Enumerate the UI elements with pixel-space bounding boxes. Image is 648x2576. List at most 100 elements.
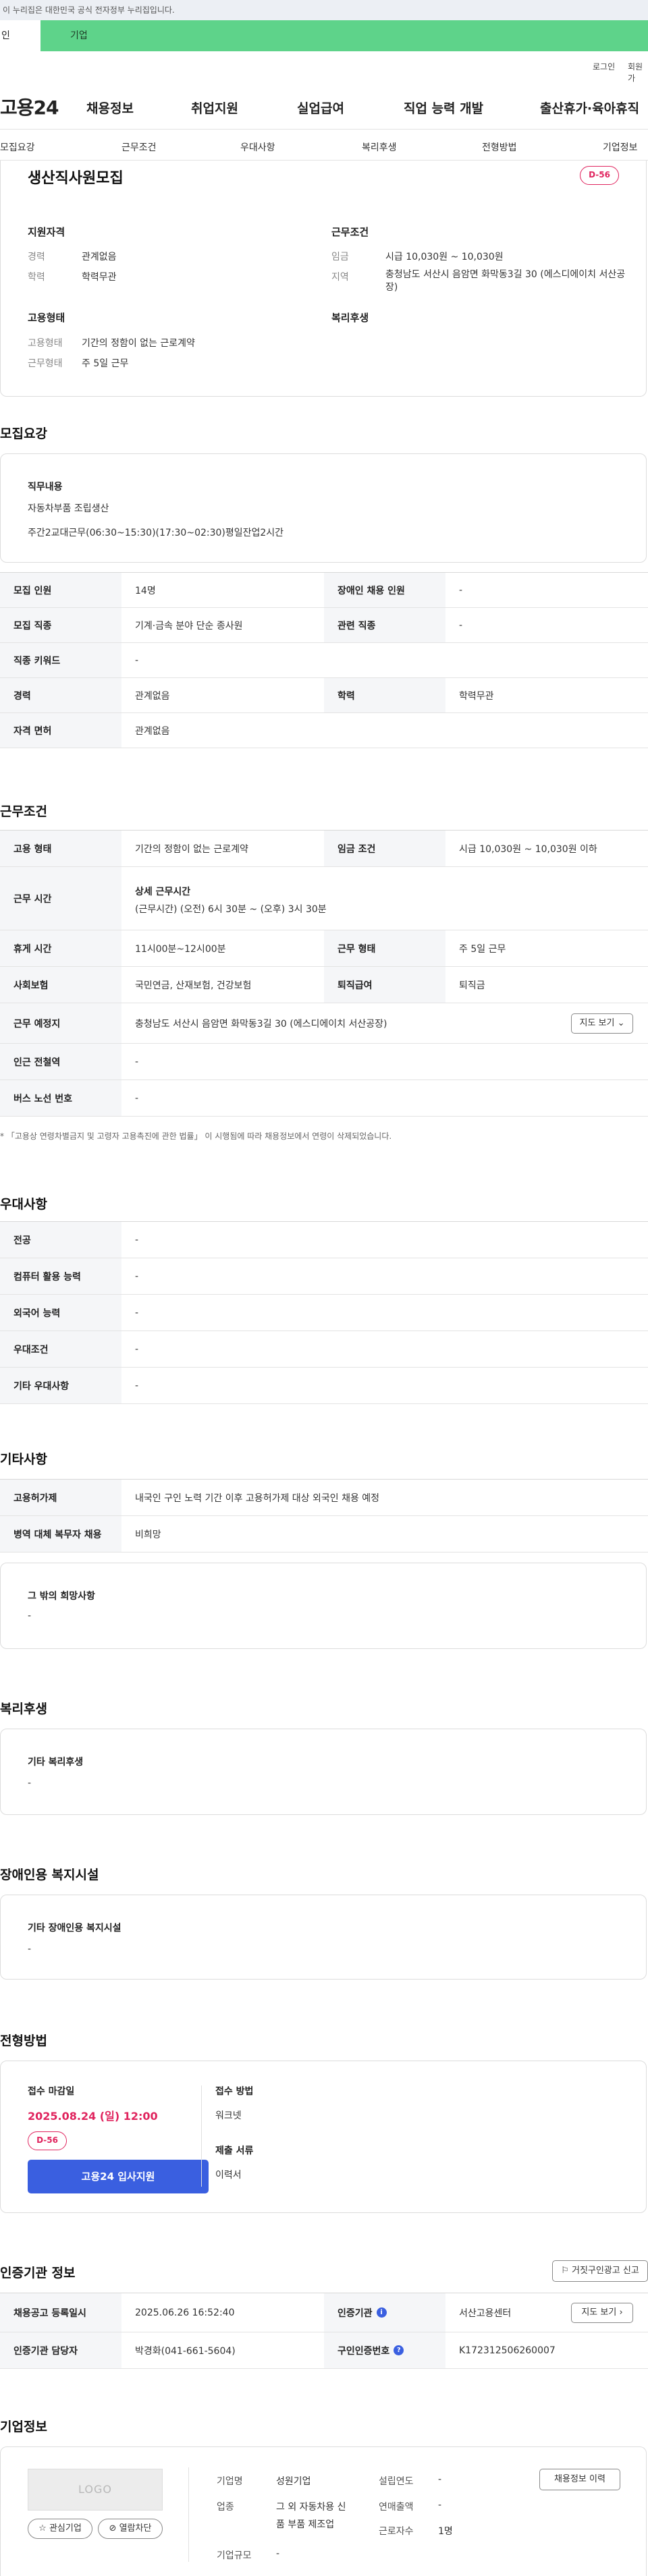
cell-value: - [135, 1270, 139, 1282]
summary-label-career: 경력 [28, 252, 45, 262]
cell-label: 근무 시간 [0, 867, 122, 930]
section-title-welfare: 복리후생 [0, 1702, 47, 1716]
cell-label: 모집 인원 [0, 573, 122, 607]
cell-label: 인증기관 담당자 [0, 2332, 122, 2368]
company-value-size: - [276, 2548, 280, 2559]
tab-personal[interactable]: 인 [0, 20, 40, 51]
section-title-recruit: 모집요강 [0, 426, 47, 441]
qualification-heading: 지원자격 [28, 226, 65, 238]
block-icon: ⊘ [109, 2523, 117, 2533]
table-row: 고용허가제 내국인 구인 노력 기간 이후 고용허가제 대상 외국인 채용 예정 [0, 1480, 648, 1516]
cell-value: 관계없음 [135, 725, 170, 737]
anchor-recruit[interactable]: 모집요강 [0, 140, 35, 154]
cell-value: 비희망 [135, 1529, 161, 1540]
cell-label: 장애인 채용 인원 [324, 573, 446, 607]
welfare-value: - [28, 1778, 32, 1789]
page: 이 누리집은 대한민국 공식 전자정부 누리집입니다. 인 기업 로그인 회원가… [0, 0, 648, 2576]
cell-label: 병역 대체 복무자 채용 [0, 1516, 122, 1552]
agency-map-button[interactable]: 지도 보기 › [571, 2303, 633, 2323]
cell-label: 전공 [0, 1222, 122, 1258]
cell-label: 채용공고 등록일시 [0, 2293, 122, 2332]
anchor-work[interactable]: 근무조건 [122, 140, 157, 154]
login-link[interactable]: 로그인 [593, 61, 615, 72]
section-title-selection: 전형방법 [0, 2034, 47, 2048]
summary-label-work-type: 근무형태 [28, 358, 63, 369]
section-anchor-nav: 모집요강 근무조건 우대사항 복리후생 전형방법 기업정보 [0, 130, 648, 161]
anchor-company[interactable]: 기업정보 [603, 140, 638, 154]
gnb-menu-employment-support[interactable]: 취업지원 [191, 99, 238, 117]
table-row: 근무 예정지 충청남도 서산시 음암면 화막동3길 30 (에스디에이치 서산공… [0, 1003, 648, 1044]
favorite-company-button[interactable]: ☆ 관심기업 [28, 2519, 92, 2539]
cell-label: 버스 노선 번호 [0, 1080, 122, 1116]
table-row: 우대조건 - [0, 1331, 648, 1368]
info-icon[interactable]: i [376, 2307, 387, 2318]
other-wishes-card: 그 밖의 희망사항 - [0, 1563, 647, 1649]
site-logo[interactable]: 고용24 [0, 93, 59, 120]
chevron-right-icon: › [619, 2307, 623, 2318]
other-wishes-label: 그 밖의 희망사항 [28, 1591, 95, 1602]
company-logo-placeholder: LOGO [28, 2469, 163, 2511]
cell-value: K172312506260007 [459, 2345, 556, 2356]
anchor-preference[interactable]: 우대사항 [240, 140, 275, 154]
table-row: 컴퓨터 활용 능력 - [0, 1258, 648, 1295]
cell-label: 우대조건 [0, 1331, 122, 1367]
utility-links: 로그인 회원가 [0, 51, 648, 83]
gnb-menu-skill-development[interactable]: 직업 능력 개발 [404, 99, 483, 117]
work-hours-detail: (근무시간) (오전) 6시 30분 ~ (오후) 3시 30분 [135, 904, 327, 915]
summary-value-career: 관계없음 [82, 252, 117, 262]
cell-label: 자격 면허 [0, 713, 122, 748]
preference-table: 전공 - 컴퓨터 활용 능력 - 외국어 능력 - 우대조건 - 기타 우대사항… [0, 1221, 648, 1404]
company-value-revenue: - [438, 2500, 442, 2511]
anchor-welfare[interactable]: 복리후생 [362, 140, 397, 154]
cell-label: 고용허가제 [0, 1480, 122, 1515]
company-value-industry: 그 외 자동차용 신품 부품 제조업 [276, 2502, 346, 2530]
table-row: 고용 형태 기간의 정함이 없는 근로계약 임금 조건 시급 10,030원 ~… [0, 831, 648, 867]
company-card: LOGO ☆ 관심기업 ⊘ 열람차단 기업명 성원기업 업종 그 외 자동차용 … [0, 2446, 647, 2576]
cell-value: 서산고용센터 [459, 2307, 512, 2319]
report-fake-ad-button[interactable]: ⚐ 거짓구인광고 신고 [552, 2260, 648, 2282]
duty-card: 직무내용 자동차부품 조립생산 주간2교대근무(06:30~15:30)(17:… [0, 453, 647, 563]
cell-value: 학력무관 [459, 690, 494, 702]
company-label-employees: 근로자수 [379, 2526, 414, 2537]
info-icon[interactable]: ? [394, 2345, 404, 2355]
gnb-menu-parental-leave[interactable]: 출산휴가·육아휴직 [540, 99, 639, 117]
company-value-employees: 1명 [438, 2526, 453, 2537]
etc-table: 고용허가제 내국인 구인 노력 기간 이후 고용허가제 대상 외국인 채용 예정… [0, 1479, 648, 1552]
recruit-history-button[interactable]: 채용정보 이력 [539, 2469, 620, 2490]
apply-button[interactable]: 고용24 입사지원 [28, 2160, 209, 2193]
company-label-industry: 업종 [217, 2502, 234, 2513]
user-type-tabs: 인 기업 [0, 20, 648, 51]
welfare-heading: 복리후생 [331, 312, 369, 324]
duty-label: 직무내용 [28, 482, 63, 493]
cell-label: 모집 직종 [0, 608, 122, 642]
cert-agency-label: 인증기관 [338, 2307, 373, 2319]
documents-label: 제출 서류 [215, 2146, 254, 2156]
anchor-selection[interactable]: 전형방법 [482, 140, 517, 154]
cell-label: 근무 형태 [324, 930, 446, 966]
certification-table: 채용공고 등록일시 2025.06.26 16:52:40 인증기관 i 서산고용… [0, 2293, 648, 2369]
chevron-down-icon: ⌄ [617, 1018, 625, 1028]
summary-value-work-type: 주 5일 근무 [82, 358, 129, 369]
gnb-menu-unemployment-benefit[interactable]: 실업급여 [297, 99, 344, 117]
cell-value: 퇴직금 [459, 980, 485, 991]
government-notice-bar: 이 누리집은 대한민국 공식 전자정부 누리집입니다. [0, 0, 648, 20]
summary-value-employment-type: 기간의 정함이 없는 근로계약 [82, 338, 195, 349]
cell-label: 컴퓨터 활용 능력 [0, 1258, 122, 1294]
block-company-button[interactable]: ⊘ 열람차단 [98, 2519, 163, 2539]
selection-dday-badge: D-56 [28, 2131, 67, 2150]
map-view-button[interactable]: 지도 보기 ⌄ [571, 1013, 633, 1034]
cell-label: 직종 키워드 [0, 643, 122, 677]
table-row: 직종 키워드 - [0, 643, 648, 678]
gnb-menu-jobs[interactable]: 채용정보 [86, 99, 134, 117]
cell-value: 시급 10,030원 ~ 10,030원 이하 [459, 843, 597, 855]
table-row: 휴게 시간 11시00분~12시00분 근무 형태 주 5일 근무 [0, 930, 648, 967]
recruit-table: 모집 인원 14명 장애인 채용 인원 - 모집 직종 기계·금속 분야 단순 … [0, 572, 648, 748]
table-row: 버스 노선 번호 - [0, 1080, 648, 1117]
selection-card: 접수 마감일 2025.08.24 (일) 12:00 D-56 고용24 입사… [0, 2061, 647, 2213]
deadline-value: 2025.08.24 (일) 12:00 [28, 2110, 158, 2123]
section-title-etc: 기타사항 [0, 1452, 47, 1467]
tab-company[interactable]: 기업 [40, 20, 648, 51]
section-title-disabled-facilities: 장애인용 복지시설 [0, 1868, 99, 1882]
selection-divider [201, 2085, 202, 2187]
cell-value: 충청남도 서산시 음암면 화막동3길 30 (에스디에이치 서산공장) [135, 1018, 387, 1030]
